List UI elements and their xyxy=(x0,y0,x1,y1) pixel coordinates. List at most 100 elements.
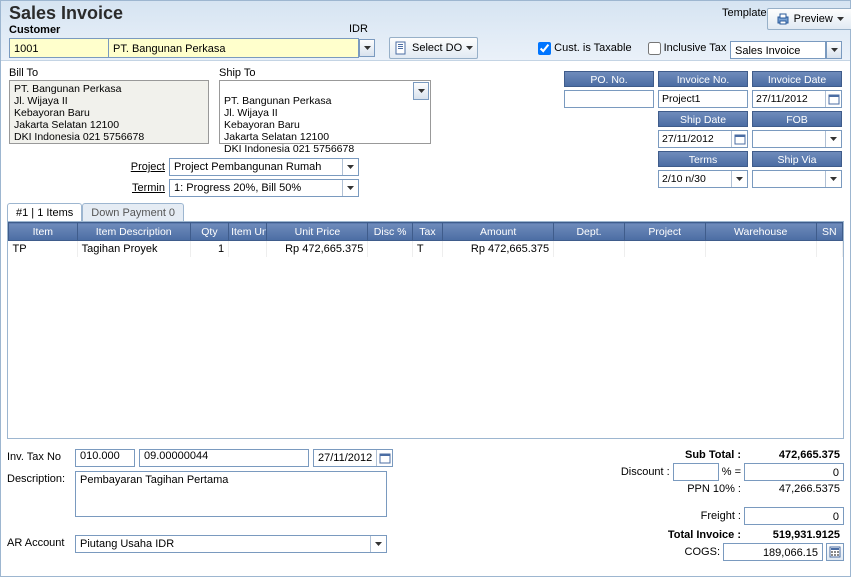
inv-tax-date-text: 27/11/2012 xyxy=(314,452,376,464)
ship-via-dropdown[interactable] xyxy=(825,171,841,187)
bill-to-label: Bill To xyxy=(9,67,209,79)
description-label: Description: xyxy=(7,471,75,485)
sub-total-label: Sub Total : xyxy=(685,449,741,461)
col-amount[interactable]: Amount xyxy=(443,223,554,241)
cell-amount[interactable]: Rp 472,665.375 xyxy=(443,241,554,257)
inclusive-tax-label: Inclusive Tax xyxy=(664,42,727,54)
cell-tax[interactable]: T xyxy=(412,241,442,257)
table-row[interactable]: TP Tagihan Proyek 1 Rp 472,665.375 T Rp … xyxy=(9,241,843,257)
terms-text: 2/10 n/30 xyxy=(659,173,731,185)
cell-warehouse[interactable] xyxy=(705,241,816,257)
template-dropdown[interactable] xyxy=(826,41,842,59)
project-value: Project Pembangunan Rumah xyxy=(170,161,342,173)
currency-label: IDR xyxy=(349,23,368,35)
fob-input[interactable] xyxy=(752,130,842,148)
tab-down-payment[interactable]: Down Payment 0 xyxy=(82,203,184,221)
col-item[interactable]: Item xyxy=(9,223,78,241)
inv-tax-a-input[interactable]: 010.000 xyxy=(75,449,135,467)
ship-date-text: 27/11/2012 xyxy=(659,133,731,145)
customer-dropdown[interactable] xyxy=(359,39,375,57)
calendar-icon[interactable] xyxy=(825,91,841,107)
ship-date-header: Ship Date xyxy=(658,111,748,127)
cell-desc[interactable]: Tagihan Proyek xyxy=(77,241,190,257)
calendar-icon[interactable] xyxy=(376,450,392,466)
customer-label: Customer xyxy=(9,24,60,36)
ppn-value: 47,266.5375 xyxy=(744,483,844,495)
cell-qty[interactable]: 1 xyxy=(190,241,228,257)
invoice-no-text: Project1 xyxy=(659,93,747,105)
cell-item[interactable]: TP xyxy=(9,241,78,257)
ship-to-label: Ship To xyxy=(219,67,431,79)
cogs-value: 189,066.15 xyxy=(723,543,823,561)
ship-to-textarea[interactable]: PT. Bangunan Perkasa Jl. Wijaya II Kebay… xyxy=(219,80,431,144)
col-disc[interactable]: Disc % xyxy=(368,223,412,241)
select-do-label: Select DO xyxy=(412,42,462,54)
cell-disc[interactable] xyxy=(368,241,412,257)
col-sn[interactable]: SN xyxy=(816,223,842,241)
total-invoice-value: 519,931.9125 xyxy=(744,529,844,541)
cell-unit-price[interactable]: Rp 472,665.375 xyxy=(267,241,368,257)
terms-header: Terms xyxy=(658,151,748,167)
calculator-icon[interactable] xyxy=(826,543,844,561)
ar-account-dropdown[interactable] xyxy=(370,536,386,552)
terms-input[interactable]: 2/10 n/30 xyxy=(658,170,748,188)
inv-tax-b-input[interactable]: 09.00000044 xyxy=(139,449,309,467)
chevron-down-icon xyxy=(466,46,473,50)
col-dept[interactable]: Dept. xyxy=(554,223,625,241)
ship-via-input[interactable] xyxy=(752,170,842,188)
col-qty[interactable]: Qty xyxy=(190,223,228,241)
freight-input[interactable]: 0 xyxy=(744,507,844,525)
termin-label: Termin xyxy=(119,182,165,194)
col-project[interactable]: Project xyxy=(624,223,705,241)
select-do-button[interactable]: Select DO xyxy=(389,37,478,59)
termin-select[interactable]: 1: Progress 20%, Bill 50% xyxy=(169,179,359,197)
po-no-input[interactable] xyxy=(564,90,654,108)
terms-dropdown[interactable] xyxy=(731,171,747,187)
cust-taxable-label: Cust. is Taxable xyxy=(554,42,631,54)
description-textarea[interactable]: Pembayaran Tagihan Pertama xyxy=(75,471,387,517)
total-invoice-label: Total Invoice : xyxy=(668,529,741,541)
preview-button[interactable]: Preview xyxy=(767,8,851,30)
customer-code-input[interactable]: 1001 xyxy=(9,38,109,58)
customer-name-input[interactable]: PT. Bangunan Perkasa xyxy=(109,38,359,58)
project-label: Project xyxy=(119,161,165,173)
invoice-date-header: Invoice Date xyxy=(752,71,842,87)
inv-tax-date-input[interactable]: 27/11/2012 xyxy=(313,449,393,467)
cell-unit[interactable] xyxy=(229,241,267,257)
termin-value: 1: Progress 20%, Bill 50% xyxy=(170,182,342,194)
tab-items[interactable]: #1 | 1 Items xyxy=(7,203,82,221)
ship-to-dropdown[interactable] xyxy=(413,82,429,100)
col-desc[interactable]: Item Description xyxy=(77,223,190,241)
col-tax[interactable]: Tax xyxy=(412,223,442,241)
cell-project[interactable] xyxy=(624,241,705,257)
template-label: Template xyxy=(722,7,767,19)
template-select[interactable]: Sales Invoice xyxy=(730,41,826,59)
col-warehouse[interactable]: Warehouse xyxy=(705,223,816,241)
inv-tax-no-label: Inv. Tax No xyxy=(7,449,75,463)
termin-dropdown[interactable] xyxy=(342,180,358,196)
document-icon xyxy=(394,41,408,55)
chevron-down-icon xyxy=(837,17,844,21)
cust-taxable-checkbox[interactable] xyxy=(538,42,551,55)
items-grid[interactable]: Item Item Description Qty Item Un Unit P… xyxy=(7,221,844,439)
col-unit-price[interactable]: Unit Price xyxy=(267,223,368,241)
ship-date-input[interactable]: 27/11/2012 xyxy=(658,130,748,148)
freight-label: Freight : xyxy=(701,510,741,522)
discount-amt-input[interactable]: 0 xyxy=(744,463,844,481)
discount-pct-input[interactable] xyxy=(673,463,719,481)
pct-sign: % = xyxy=(722,466,741,478)
calendar-icon[interactable] xyxy=(731,131,747,147)
inclusive-tax-checkbox[interactable] xyxy=(648,42,661,55)
project-select[interactable]: Project Pembangunan Rumah xyxy=(169,158,359,176)
sub-total-value: 472,665.375 xyxy=(744,449,844,461)
invoice-date-input[interactable]: 27/11/2012 xyxy=(752,90,842,108)
invoice-date-text: 27/11/2012 xyxy=(753,93,825,105)
cell-sn[interactable] xyxy=(816,241,842,257)
fob-dropdown[interactable] xyxy=(825,131,841,147)
col-unit[interactable]: Item Un xyxy=(229,223,267,241)
cell-dept[interactable] xyxy=(554,241,625,257)
ar-account-select[interactable]: Piutang Usaha IDR xyxy=(75,535,387,553)
bill-to-textarea[interactable]: PT. Bangunan Perkasa Jl. Wijaya II Kebay… xyxy=(9,80,209,144)
project-dropdown[interactable] xyxy=(342,159,358,175)
invoice-no-input[interactable]: Project1 xyxy=(658,90,748,108)
